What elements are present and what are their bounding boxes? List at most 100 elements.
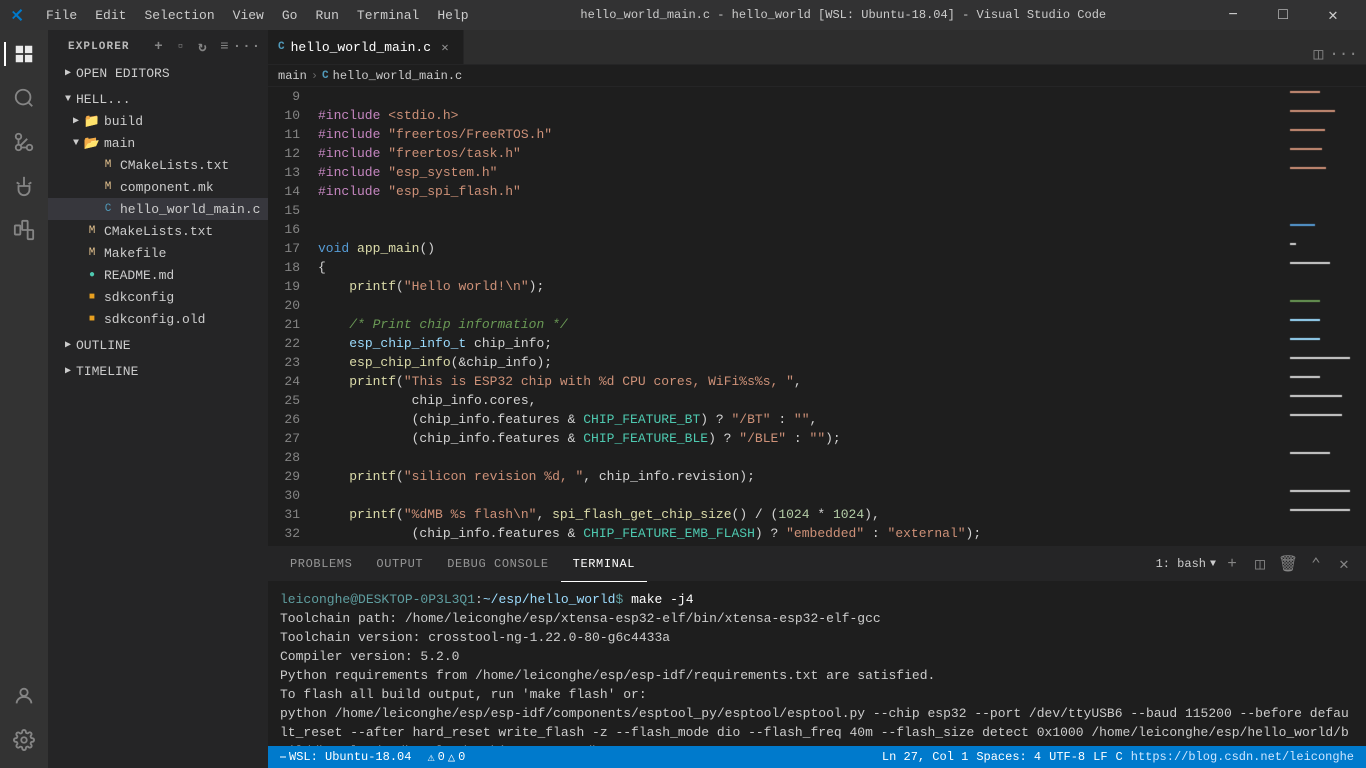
- activity-source-control[interactable]: [4, 122, 44, 162]
- term-dollar: $: [615, 592, 623, 607]
- line-numbers: 910111213 1415161718 1920212223 24252627…: [268, 87, 308, 546]
- activity-account[interactable]: [4, 676, 44, 716]
- menu-selection[interactable]: Selection: [136, 6, 222, 25]
- folder-build[interactable]: ▶ 📁 build: [48, 110, 268, 132]
- project-label: HELL...: [76, 92, 131, 107]
- activity-bar: [0, 30, 48, 768]
- activity-explorer[interactable]: [4, 34, 44, 74]
- status-spaces[interactable]: Spaces: 4: [972, 746, 1045, 768]
- folder-icon: 📂: [84, 135, 100, 151]
- activity-extensions[interactable]: [4, 210, 44, 250]
- file-makefile[interactable]: ▶ M Makefile: [48, 242, 268, 264]
- close-button[interactable]: ✕: [1310, 0, 1356, 30]
- window-controls-right: − □ ✕: [1210, 0, 1356, 30]
- folder-main[interactable]: ▼ 📂 main: [48, 132, 268, 154]
- status-errors[interactable]: ⚠ 0 △ 0: [423, 746, 469, 768]
- collapse-icon[interactable]: ≡: [216, 38, 234, 56]
- status-wsl[interactable]: ⎯ WSL: Ubuntu-18.04: [276, 746, 415, 768]
- project-header[interactable]: ▼ HELL...: [48, 88, 268, 110]
- main-arrow: ▼: [68, 135, 84, 151]
- sdkconfig-old-label: sdkconfig.old: [104, 312, 205, 327]
- maximize-button[interactable]: □: [1260, 0, 1306, 30]
- build-label: build: [104, 114, 143, 129]
- menu-help[interactable]: Help: [429, 6, 476, 25]
- main-container: EXPLORER + ▫ ↻ ≡ ··· ▶ OPEN EDITORS ▼ HE…: [0, 30, 1366, 768]
- code-editor[interactable]: 910111213 1415161718 1920212223 24252627…: [268, 87, 1366, 546]
- readme-label: README.md: [104, 268, 174, 283]
- vscode-icon: [10, 7, 26, 23]
- file-readme[interactable]: ▶ ● README.md: [48, 264, 268, 286]
- tab-output[interactable]: OUTPUT: [364, 547, 435, 582]
- breadcrumb: main › C hello_world_main.c: [268, 65, 1366, 87]
- add-terminal-icon[interactable]: +: [1220, 552, 1244, 576]
- eol-text: LF: [1093, 750, 1107, 764]
- title-bar: File Edit Selection View Go Run Terminal…: [0, 0, 1366, 30]
- outline-label: OUTLINE: [76, 338, 131, 353]
- window-title: hello_world_main.c - hello_world [WSL: U…: [481, 8, 1206, 22]
- minimap: [1286, 87, 1366, 546]
- editor-area: C hello_world_main.c ✕ ◫ ··· main › C he…: [268, 30, 1366, 768]
- timeline-label: TIMELINE: [76, 364, 138, 379]
- editor-actions: ◫ ···: [1314, 44, 1366, 64]
- open-editors-header[interactable]: ▶ OPEN EDITORS: [48, 62, 268, 84]
- error-count: 0: [438, 750, 445, 764]
- c-icon: C: [100, 201, 116, 217]
- file-sdkconfig-old[interactable]: ▶ ■ sdkconfig.old: [48, 308, 268, 330]
- menu-run[interactable]: Run: [307, 6, 346, 25]
- maximize-panel-icon[interactable]: ⌃: [1304, 552, 1328, 576]
- terminal-line-7: python /home/leiconghe/esp/esp-idf/compo…: [280, 704, 1354, 746]
- breadcrumb-filename[interactable]: hello_world_main.c: [333, 69, 463, 83]
- status-encoding[interactable]: UTF-8: [1045, 746, 1089, 768]
- file-component-mk[interactable]: ▶ M component.mk: [48, 176, 268, 198]
- file-sdkconfig[interactable]: ▶ ■ sdkconfig: [48, 286, 268, 308]
- terminal-line-6: To flash all build output, run 'make fla…: [280, 685, 1354, 704]
- sdkconfig-label: sdkconfig: [104, 290, 174, 305]
- menu-file[interactable]: File: [38, 6, 85, 25]
- window-controls-left: [10, 7, 26, 23]
- activity-settings[interactable]: [4, 720, 44, 760]
- more-options-icon[interactable]: ···: [238, 38, 256, 56]
- activity-search[interactable]: [4, 78, 44, 118]
- refresh-icon[interactable]: ↻: [194, 38, 212, 56]
- tab-problems[interactable]: PROBLEMS: [278, 547, 364, 582]
- menu-view[interactable]: View: [225, 6, 272, 25]
- panel-tabs: PROBLEMS OUTPUT DEBUG CONSOLE TERMINAL 1…: [268, 547, 1366, 582]
- bash-selector[interactable]: 1: bash ▼: [1156, 557, 1216, 571]
- tab-terminal[interactable]: TERMINAL: [561, 547, 647, 582]
- tab-close-icon[interactable]: ✕: [437, 39, 453, 55]
- status-language[interactable]: C: [1112, 746, 1127, 768]
- terminal-content[interactable]: leiconghe@DESKTOP-0P3L3Q1:~/esp/hello_wo…: [268, 582, 1366, 746]
- file-cmake-main[interactable]: ▶ M CMakeLists.txt: [48, 154, 268, 176]
- tab-hello-world[interactable]: C hello_world_main.c ✕: [268, 30, 464, 64]
- minimize-button[interactable]: −: [1210, 0, 1256, 30]
- menu-terminal[interactable]: Terminal: [349, 6, 427, 25]
- menu-edit[interactable]: Edit: [87, 6, 134, 25]
- file-hello-world-main[interactable]: ▶ C hello_world_main.c: [48, 198, 268, 220]
- more-actions-icon[interactable]: ···: [1329, 45, 1358, 63]
- error-icon: ⚠: [427, 750, 434, 765]
- status-url[interactable]: https://blog.csdn.net/leiconghe: [1127, 746, 1358, 768]
- panel-controls: 1: bash ▼ + ◫ 🗑 ⌃ ✕: [1156, 552, 1356, 576]
- split-terminal-icon[interactable]: ◫: [1248, 552, 1272, 576]
- close-panel-icon[interactable]: ✕: [1332, 552, 1356, 576]
- status-position[interactable]: Ln 27, Col 1: [878, 746, 972, 768]
- activity-debug[interactable]: [4, 166, 44, 206]
- new-folder-icon[interactable]: ▫: [172, 38, 190, 56]
- breadcrumb-main[interactable]: main: [278, 69, 307, 83]
- breadcrumb-file-icon: C: [322, 70, 329, 82]
- tab-debug-console[interactable]: DEBUG CONSOLE: [435, 547, 560, 582]
- status-eol[interactable]: LF: [1089, 746, 1111, 768]
- position-text: Ln 27, Col 1: [882, 750, 968, 764]
- new-file-icon[interactable]: +: [150, 38, 168, 56]
- split-editor-icon[interactable]: ◫: [1314, 44, 1324, 64]
- remote-icon: ⎯: [280, 750, 286, 764]
- menu-go[interactable]: Go: [274, 6, 306, 25]
- tab-bar: C hello_world_main.c ✕ ◫ ···: [268, 30, 1366, 65]
- code-content[interactable]: #include <stdio.h> #include "freertos/Fr…: [308, 87, 1286, 546]
- file-cmake-root[interactable]: ▶ M CMakeLists.txt: [48, 220, 268, 242]
- kill-terminal-icon[interactable]: 🗑: [1276, 552, 1300, 576]
- sidebar-icons: + ▫ ↻ ≡ ···: [150, 38, 256, 56]
- outline-header[interactable]: ▶ OUTLINE: [48, 334, 268, 356]
- timeline-header[interactable]: ▶ TIMELINE: [48, 360, 268, 382]
- mk-icon: M: [100, 179, 116, 195]
